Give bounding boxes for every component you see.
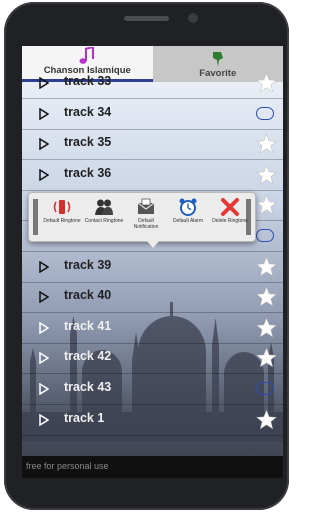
star-icon[interactable] xyxy=(256,347,277,368)
track-title: track 1 xyxy=(64,410,105,425)
music-note-icon xyxy=(79,47,95,64)
star-icon[interactable] xyxy=(256,164,277,185)
like-icon[interactable] xyxy=(256,382,274,395)
like-icon[interactable] xyxy=(256,106,274,120)
track-row[interactable]: track 33 xyxy=(22,68,283,99)
play-icon[interactable] xyxy=(39,352,49,365)
track-row[interactable]: track 41 xyxy=(22,313,283,344)
ad-banner-text: free for personal use xyxy=(26,461,109,471)
track-title: track 35 xyxy=(64,135,112,150)
star-icon[interactable] xyxy=(256,133,277,154)
track-row[interactable]: track 1 xyxy=(22,405,283,436)
default-alarm-button[interactable]: Default Alarm xyxy=(168,197,208,224)
track-row[interactable]: track 40 xyxy=(22,282,283,314)
track-title: track 39 xyxy=(64,257,112,272)
track-title: track 33 xyxy=(64,74,112,88)
delete-ringtone-button[interactable]: Delete Ringtone xyxy=(210,197,250,224)
track-row[interactable]: track 39 xyxy=(22,252,283,283)
play-icon[interactable] xyxy=(39,383,49,395)
track-row[interactable]: track 43 xyxy=(22,374,283,405)
play-icon[interactable] xyxy=(39,107,49,120)
star-icon[interactable] xyxy=(256,409,277,430)
play-icon[interactable] xyxy=(39,413,49,426)
play-icon[interactable] xyxy=(39,77,49,89)
star-icon[interactable] xyxy=(256,286,277,307)
contact-ringtone-button[interactable]: Contact Ringtone xyxy=(84,197,124,224)
play-icon[interactable] xyxy=(39,291,49,304)
track-title: track 34 xyxy=(64,104,112,119)
star-icon[interactable] xyxy=(256,317,277,338)
like-icon[interactable] xyxy=(256,229,274,242)
track-title: track 40 xyxy=(64,288,112,303)
play-icon[interactable] xyxy=(39,260,49,273)
phone-camera xyxy=(188,13,198,23)
popup-edge-left xyxy=(33,199,38,235)
phone-frame: Chanson Islamique Favorite track 33 track… xyxy=(4,2,289,510)
delete-icon xyxy=(221,198,239,216)
default-notification-button[interactable]: Default Notification xyxy=(126,197,166,230)
track-row[interactable]: track 42 xyxy=(22,343,283,375)
star-icon[interactable] xyxy=(256,72,277,93)
track-row[interactable]: track 34 xyxy=(22,99,283,130)
notification-icon xyxy=(137,198,155,214)
ringtone-icon xyxy=(53,200,71,214)
phone-speaker xyxy=(124,16,169,21)
track-row[interactable]: track 36 xyxy=(22,160,283,191)
track-title: track 43 xyxy=(64,380,112,394)
track-title: track 36 xyxy=(64,165,112,180)
alarm-icon xyxy=(179,198,197,216)
play-icon[interactable] xyxy=(39,138,49,151)
star-icon[interactable] xyxy=(256,194,277,215)
play-icon[interactable] xyxy=(39,168,49,181)
track-title: track 42 xyxy=(64,349,112,364)
default-ringtone-button[interactable]: Default Ringtone xyxy=(42,197,82,224)
track-title: track 41 xyxy=(64,318,112,333)
app-screen: Chanson Islamique Favorite track 33 track… xyxy=(22,46,283,478)
popup-pointer xyxy=(147,241,159,248)
track-row[interactable]: track 35 xyxy=(22,129,283,161)
star-icon[interactable] xyxy=(256,256,277,277)
play-icon[interactable] xyxy=(39,321,49,334)
ringtone-options-popup: Default Ringtone Contact Ringtone Defaul… xyxy=(28,192,256,248)
ad-banner[interactable]: free for personal use xyxy=(22,456,283,478)
favorite-pin-icon xyxy=(212,52,223,67)
contact-icon xyxy=(95,199,113,215)
